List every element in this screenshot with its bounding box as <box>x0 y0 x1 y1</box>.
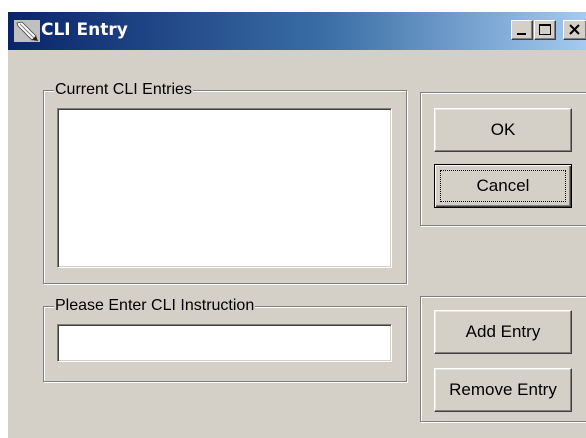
add-entry-button-label: Add Entry <box>465 322 541 341</box>
cancel-button[interactable]: Cancel <box>434 164 572 208</box>
cancel-button-label: Cancel <box>476 176 530 195</box>
close-button[interactable] <box>563 20 586 40</box>
ok-button-label: OK <box>490 120 516 139</box>
window-title: CLI Entry <box>41 20 128 40</box>
instruction-label: Please Enter CLI Instruction <box>54 297 256 315</box>
remove-entry-button-label: Remove Entry <box>449 380 557 399</box>
cli-entries-list[interactable] <box>57 108 392 268</box>
minimize-icon <box>512 21 532 39</box>
add-entry-button[interactable]: Add Entry <box>434 310 572 354</box>
close-icon <box>564 21 586 39</box>
cli-entry-dialog: CLI Entry Current CLI Entries Please Ent… <box>8 12 586 438</box>
pencil-icon <box>14 20 40 42</box>
maximize-button[interactable] <box>534 20 556 40</box>
maximize-icon <box>535 21 555 39</box>
cli-instruction-input[interactable] <box>57 324 392 362</box>
ok-button[interactable]: OK <box>434 108 572 152</box>
remove-entry-button[interactable]: Remove Entry <box>434 368 572 412</box>
title-bar[interactable]: CLI Entry <box>8 12 586 50</box>
minimize-button[interactable] <box>511 20 533 40</box>
current-entries-label: Current CLI Entries <box>54 81 193 99</box>
